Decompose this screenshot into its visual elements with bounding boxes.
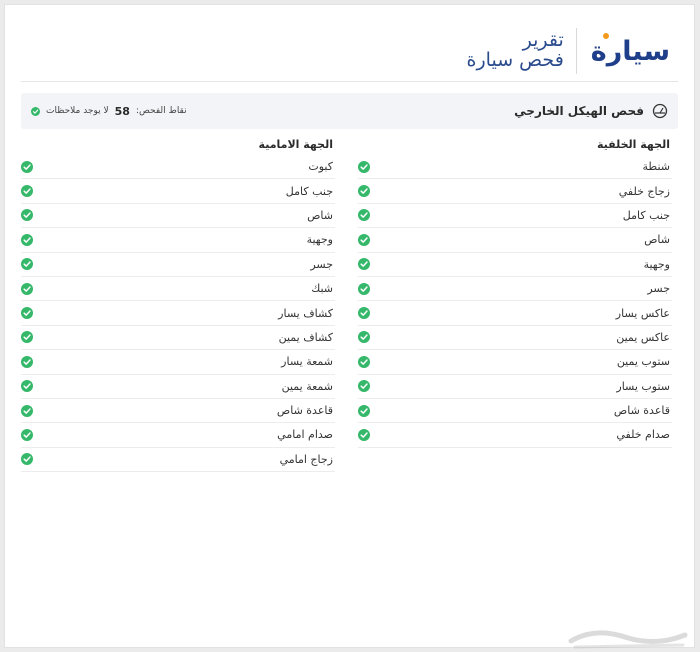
check-icon	[358, 233, 370, 246]
status-text: لا يوجد ملاحظات	[46, 106, 109, 116]
report-title-line2: فحص سيارة	[466, 49, 564, 71]
rear-heading: الجهة الخلفية	[597, 138, 670, 151]
item-label: صدام امامي	[277, 428, 333, 442]
item-label: عاكس يمين	[616, 330, 670, 344]
list-item: كشاف يمين	[21, 326, 335, 351]
check-icon	[21, 355, 33, 368]
item-label: شبك	[311, 282, 333, 296]
item-label: كشاف يسار	[278, 306, 333, 320]
item-label: كشاف يمين	[278, 330, 333, 344]
list-item: شاص	[358, 228, 672, 253]
brand-logo-dot	[602, 33, 609, 39]
points-value: 58	[114, 104, 130, 118]
brand-logo-text: سيارة	[590, 35, 670, 67]
list-item: زجاج خلفي	[358, 179, 672, 204]
item-label: قاعدة شاص	[276, 404, 333, 418]
check-icon	[21, 380, 33, 393]
list-item: جسر	[21, 253, 335, 277]
check-icon	[358, 185, 370, 198]
rear-list: شنطة زجاج خلفي جنب كامل شاص وجهية جسر عاكس يسا…	[358, 155, 672, 448]
item-label: وجهية	[643, 257, 670, 271]
item-label: زجاج خلفي	[618, 184, 670, 198]
list-item: صدام خلفي	[358, 423, 672, 448]
item-label: ستوب يسار	[616, 379, 670, 393]
check-icon	[21, 233, 33, 246]
list-item: شمعة يمين	[21, 375, 335, 399]
list-item: عاكس يسار	[358, 301, 672, 326]
item-label: شاص	[307, 208, 333, 222]
check-icon	[21, 185, 33, 198]
item-label: زجاج امامي	[279, 452, 333, 466]
item-label: كبوت	[308, 160, 333, 174]
check-icon	[358, 160, 370, 173]
rear-column: الجهة الخلفية شنطة زجاج خلفي جنب كامل شاص وج…	[358, 135, 672, 448]
watermark-logo-icon	[568, 630, 688, 649]
status-ok-icon	[31, 106, 40, 116]
list-item: قاعدة شاص	[358, 399, 672, 424]
check-icon	[21, 258, 33, 271]
points-label: نقاط الفحص:	[135, 106, 187, 116]
report-page: سيارة تقرير فحص سيارة فحص الهيكل الخارجي…	[4, 4, 695, 649]
list-item: كشاف يسار	[21, 301, 335, 326]
front-list: كبوت جنب كامل شاص وجهية جسر شبك كشاف يسار كشاف …	[21, 155, 335, 473]
list-item: صدام امامي	[21, 423, 335, 448]
list-item: ستوب يسار	[358, 375, 672, 399]
front-column: الجهة الامامية كبوت جنب كامل شاص وجهية جسر شب…	[21, 135, 335, 473]
item-label: جنب كامل	[285, 184, 333, 198]
item-label: شمعة يمين	[281, 379, 333, 393]
inspection-gauge-icon	[652, 103, 668, 119]
check-icon	[358, 209, 370, 222]
check-icon	[358, 282, 370, 295]
check-icon	[358, 380, 370, 393]
section-bar: فحص الهيكل الخارجي نقاط الفحص: 58 لا يوج…	[21, 93, 678, 129]
list-item: كبوت	[21, 155, 335, 180]
brand-logo[interactable]: سيارة	[575, 28, 670, 74]
list-item: زجاج امامي	[21, 448, 335, 473]
check-icon	[358, 428, 370, 441]
item-label: شنطة	[642, 160, 670, 174]
item-label: جسر	[310, 257, 333, 271]
check-icon	[21, 307, 33, 320]
item-label: شمعة يسار	[281, 355, 333, 369]
report-header: سيارة تقرير فحص سيارة	[467, 23, 670, 79]
report-title: تقرير فحص سيارة	[466, 29, 564, 71]
check-icon	[358, 355, 370, 368]
item-label: عاكس يسار	[615, 306, 670, 320]
front-heading: الجهة الامامية	[258, 138, 333, 151]
check-icon	[21, 160, 33, 173]
item-label: ستوب يمين	[616, 355, 670, 369]
list-item: جنب كامل	[21, 179, 335, 204]
check-icon	[358, 307, 370, 320]
list-item: وجهية	[358, 253, 672, 277]
check-icon	[358, 258, 370, 271]
list-item: جنب كامل	[358, 204, 672, 229]
check-icon	[21, 404, 33, 417]
list-item: عاكس يمين	[358, 326, 672, 351]
list-item: شنطة	[358, 155, 672, 180]
section-summary: نقاط الفحص: 58 لا يوجد ملاحظات	[31, 105, 187, 118]
item-label: جسر	[647, 282, 670, 296]
item-label: قاعدة شاص	[613, 404, 670, 418]
header-divider	[21, 81, 678, 82]
list-item: ستوب يمين	[358, 350, 672, 375]
check-icon	[21, 453, 33, 466]
check-icon	[21, 428, 33, 441]
list-item: شبك	[21, 277, 335, 302]
item-label: صدام خلفي	[616, 428, 670, 442]
check-icon	[21, 282, 33, 295]
list-item: شاص	[21, 204, 335, 229]
check-icon	[358, 331, 370, 344]
report-title-line1: تقرير	[522, 29, 564, 52]
list-item: وجهية	[21, 228, 335, 253]
check-icon	[21, 209, 33, 222]
list-item: قاعدة شاص	[21, 399, 335, 424]
item-label: شاص	[644, 233, 670, 247]
item-label: جنب كامل	[622, 208, 670, 222]
check-icon	[358, 404, 370, 417]
check-icon	[21, 331, 33, 344]
item-label: وجهية	[306, 233, 333, 247]
section-title: فحص الهيكل الخارجي	[514, 104, 644, 118]
list-item: جسر	[358, 277, 672, 302]
list-item: شمعة يسار	[21, 350, 335, 375]
